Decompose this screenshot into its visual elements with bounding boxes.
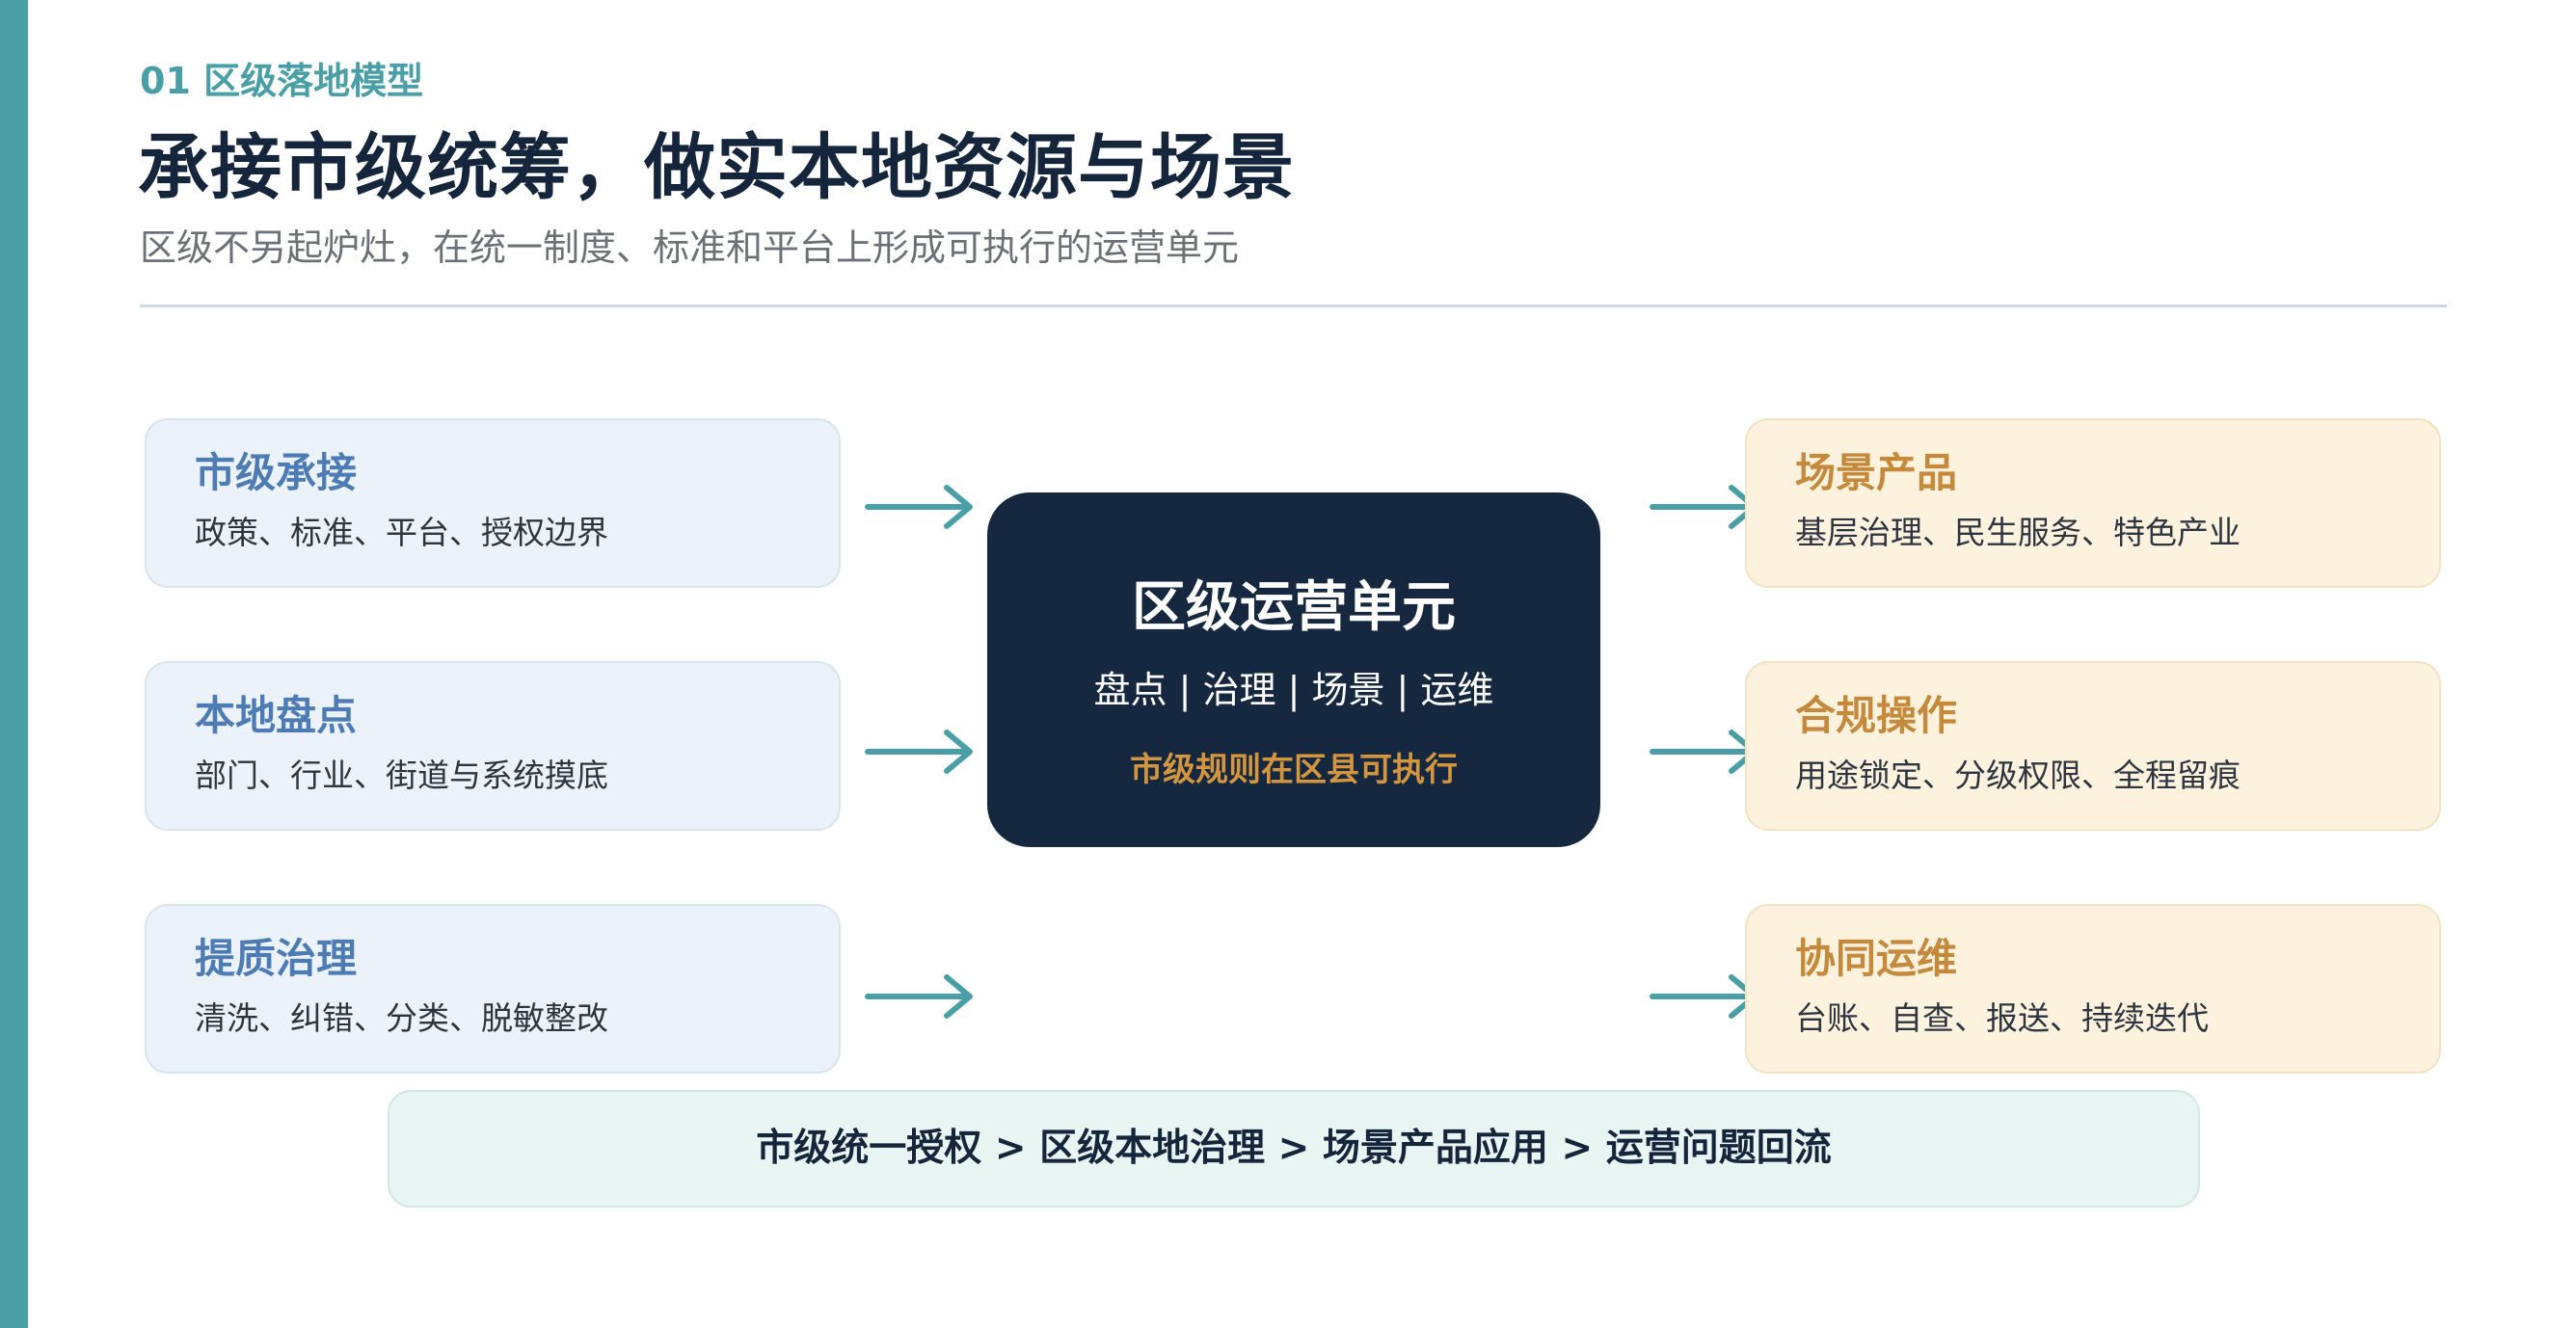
right-arrow-icon bbox=[864, 482, 978, 532]
card-quality-governance: 提质治理 清洗、纠错、分类、脱敏整改 bbox=[145, 904, 841, 1074]
card-title: 本地盘点 bbox=[195, 692, 358, 739]
card-scenario-products: 场景产品 基层治理、民生服务、特色产业 bbox=[1745, 418, 2441, 588]
district-operation-unit: 区级运营单元 盘点 | 治理 | 场景 | 运维 市级规则在区县可执行 bbox=[987, 492, 1600, 847]
center-title: 区级运营单元 bbox=[1132, 576, 1456, 639]
slide: 01 区级落地模型 承接市级统筹，做实本地资源与场景 区级不另起炉灶，在统一制度… bbox=[0, 0, 2576, 1328]
process-flow-bar: 市级统一授权 > 区级本地治理 > 场景产品应用 > 运营问题回流 bbox=[388, 1090, 2200, 1208]
card-description: 政策、标准、平台、授权边界 bbox=[195, 514, 608, 551]
card-title: 协同运维 bbox=[1795, 935, 1958, 982]
accent-side-bar bbox=[0, 0, 28, 1328]
card-collaborative-maintenance: 协同运维 台账、自查、报送、持续迭代 bbox=[1745, 904, 2441, 1074]
right-arrow-icon bbox=[864, 971, 978, 1022]
page-subtitle: 区级不另起炉灶，在统一制度、标准和平台上形成可执行的运营单元 bbox=[140, 226, 1240, 269]
card-title: 市级承接 bbox=[195, 449, 358, 496]
header-divider bbox=[140, 305, 2447, 307]
card-compliance-operation: 合规操作 用途锁定、分级权限、全程留痕 bbox=[1745, 661, 2441, 831]
card-municipal-undertaking: 市级承接 政策、标准、平台、授权边界 bbox=[145, 418, 841, 588]
card-local-inventory: 本地盘点 部门、行业、街道与系统摸底 bbox=[145, 661, 841, 831]
right-arrow-icon bbox=[864, 727, 978, 777]
card-title: 提质治理 bbox=[195, 935, 358, 982]
card-description: 清洗、纠错、分类、脱敏整改 bbox=[195, 999, 608, 1037]
section-label: 01 区级落地模型 bbox=[140, 60, 424, 102]
card-description: 台账、自查、报送、持续迭代 bbox=[1795, 999, 2209, 1037]
card-title: 场景产品 bbox=[1795, 449, 1958, 496]
card-title: 合规操作 bbox=[1795, 692, 1958, 739]
card-description: 部门、行业、街道与系统摸底 bbox=[195, 757, 608, 794]
card-description: 用途锁定、分级权限、全程留痕 bbox=[1795, 757, 2241, 794]
card-description: 基层治理、民生服务、特色产业 bbox=[1795, 514, 2241, 551]
center-subtitle: 盘点 | 治理 | 场景 | 运维 bbox=[1093, 669, 1494, 711]
center-note: 市级规则在区县可执行 bbox=[1130, 751, 1458, 789]
page-title: 承接市级统筹，做实本地资源与场景 bbox=[138, 126, 1295, 209]
